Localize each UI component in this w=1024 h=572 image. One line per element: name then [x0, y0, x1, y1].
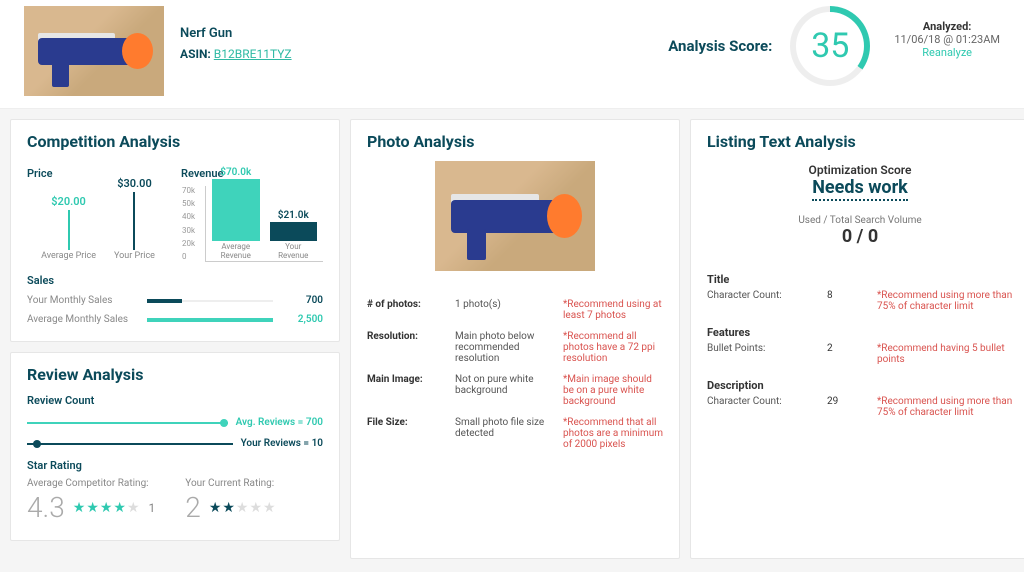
- price-chart: $20.00Average Price $30.00Your Price: [27, 186, 169, 262]
- search-volume-value: 0 / 0: [707, 226, 1013, 247]
- tick: 50k: [182, 199, 195, 208]
- avg-reviews-line: Avg. Reviews = 700: [27, 417, 323, 428]
- photo-count-row: # of photos: 1 photo(s) *Recommend using…: [367, 299, 663, 321]
- photo-size-value: Small photo file size detected: [455, 417, 555, 439]
- lt-features-key: Bullet Points:: [707, 343, 817, 354]
- avg-rating-suffix: 1: [149, 501, 156, 515]
- your-rating-value: 2: [185, 491, 201, 524]
- lt-desc-value: 29: [827, 396, 867, 407]
- your-sales-label: Your Monthly Sales: [27, 295, 137, 306]
- opt-score-value[interactable]: Needs work: [812, 177, 908, 201]
- photo-size-row: File Size: Small photo file size detecte…: [367, 417, 663, 450]
- photo-card: Photo Analysis # of photos: 1 photo(s) *…: [350, 119, 680, 559]
- competition-title: Competition Analysis: [27, 132, 323, 151]
- competition-card: Competition Analysis Price $20.00Average…: [10, 119, 340, 342]
- avg-rating-label: Average Competitor Rating:: [27, 478, 155, 489]
- opt-score-label: Optimization Score: [707, 163, 1013, 177]
- photo-main-value: Not on pure white background: [455, 374, 555, 396]
- product-name: Nerf Gun: [180, 26, 292, 41]
- tick: 20k: [182, 239, 195, 248]
- photo-resolution-row: Resolution: Main photo below recommended…: [367, 331, 663, 364]
- avg-sales-value: 2,500: [283, 314, 323, 325]
- your-rating-stars: ★★★★★: [209, 500, 277, 516]
- product-meta: Nerf Gun ASIN: B12BRE11TYZ: [180, 6, 292, 61]
- lt-desc-heading: Description: [707, 379, 1013, 392]
- search-volume-label: Used / Total Search Volume: [707, 215, 1013, 226]
- optimization-block: Optimization Score Needs work Used / Tot…: [707, 163, 1013, 247]
- your-rev-caption: Your Revenue: [270, 243, 318, 261]
- lt-desc-key: Character Count:: [707, 396, 817, 407]
- photo-count-key: # of photos:: [367, 299, 447, 310]
- your-sales-row: Your Monthly Sales 700: [27, 295, 323, 306]
- review-title: Review Analysis: [27, 365, 323, 384]
- your-rating-label: Your Current Rating:: [185, 478, 276, 489]
- star-rating-label: Star Rating: [27, 459, 323, 472]
- review-card: Review Analysis Review Count Avg. Review…: [10, 352, 340, 541]
- lt-title-key: Character Count:: [707, 290, 817, 301]
- photo-count-value: 1 photo(s): [455, 299, 555, 310]
- avg-reviews-text: Avg. Reviews = 700: [236, 417, 323, 428]
- listing-features-section: Features Bullet Points: 2 *Recommend hav…: [707, 326, 1013, 365]
- analyzed-block: Analyzed: 11/06/18 @ 01:23AM Reanalyze: [894, 6, 1000, 59]
- your-reviews-line: Your Reviews = 10: [27, 438, 323, 449]
- avg-sales-label: Average Monthly Sales: [27, 314, 137, 325]
- avg-rating-stars: ★★★★★: [73, 500, 141, 516]
- lt-features-value: 2: [827, 343, 867, 354]
- asin-label: ASIN:: [180, 47, 211, 61]
- your-rev-value: $21.0k: [278, 210, 309, 221]
- photo-res-value: Main photo below recommended resolution: [455, 331, 555, 364]
- avg-price-value: $20.00: [51, 195, 86, 208]
- reanalyze-link[interactable]: Reanalyze: [894, 46, 1000, 59]
- avg-rating-col: Average Competitor Rating: 4.3 ★★★★★ 1: [27, 478, 155, 524]
- tick: 40k: [182, 212, 195, 221]
- avg-rating-value: 4.3: [27, 491, 65, 524]
- lt-features-heading: Features: [707, 326, 1013, 339]
- product-image: [24, 6, 164, 96]
- revenue-chart: 70k 50k 40k 30k 20k 0 $70.0kAverage Reve…: [205, 186, 323, 262]
- photo-main-row: Main Image: Not on pure white background…: [367, 374, 663, 407]
- photo-res-rec: *Recommend all photos have a 72 ppi reso…: [563, 331, 663, 364]
- tick: 70k: [182, 186, 195, 195]
- review-count-label: Review Count: [27, 394, 323, 407]
- photo-size-rec: *Recommend that all photos are a minimum…: [563, 417, 663, 450]
- score-label: Analysis Score:: [668, 37, 772, 55]
- tick: 30k: [182, 226, 195, 235]
- photo-count-rec: *Recommend using at least 7 photos: [563, 299, 663, 321]
- lt-title-value: 8: [827, 290, 867, 301]
- tick: 0: [182, 252, 195, 261]
- avg-price-caption: Average Price: [41, 252, 96, 262]
- avg-sales-row: Average Monthly Sales 2,500: [27, 314, 323, 325]
- analysis-score: Analysis Score: 35: [668, 6, 870, 86]
- asin-link[interactable]: B12BRE11TYZ: [214, 47, 292, 61]
- score-gauge: 35: [790, 6, 870, 86]
- avg-rev-caption: Average Revenue: [212, 243, 260, 261]
- photo-thumbnail: [435, 161, 595, 271]
- photo-size-key: File Size:: [367, 417, 447, 428]
- lt-desc-rec: *Recommend using more than 75% of charac…: [877, 396, 1013, 418]
- listing-title-section: Title Character Count: 8 *Recommend usin…: [707, 273, 1013, 312]
- lt-title-heading: Title: [707, 273, 1013, 286]
- photo-main-rec: *Main image should be on a pure white ba…: [563, 374, 663, 407]
- your-price-caption: Your Price: [114, 252, 155, 262]
- sales-label: Sales: [27, 274, 323, 287]
- your-reviews-text: Your Reviews = 10: [241, 438, 323, 449]
- your-price-value: $30.00: [117, 177, 152, 190]
- header: Nerf Gun ASIN: B12BRE11TYZ Analysis Scor…: [0, 0, 1024, 109]
- analyzed-title: Analyzed:: [894, 20, 1000, 33]
- listing-title: Listing Text Analysis: [707, 132, 1013, 151]
- score-value: 35: [811, 26, 849, 66]
- photo-res-key: Resolution:: [367, 331, 447, 342]
- photo-title: Photo Analysis: [367, 132, 663, 151]
- listing-card: Listing Text Analysis Optimization Score…: [690, 119, 1024, 559]
- your-rating-col: Your Current Rating: 2 ★★★★★: [185, 478, 276, 524]
- avg-rev-value: $70.0k: [220, 167, 251, 178]
- listing-description-section: Description Character Count: 29 *Recomme…: [707, 379, 1013, 418]
- lt-features-rec: *Recommend having 5 bullet points: [877, 343, 1013, 365]
- lt-title-rec: *Recommend using more than 75% of charac…: [877, 290, 1013, 312]
- photo-main-key: Main Image:: [367, 374, 447, 385]
- your-sales-value: 700: [283, 295, 323, 306]
- analyzed-timestamp: 11/06/18 @ 01:23AM: [894, 33, 1000, 46]
